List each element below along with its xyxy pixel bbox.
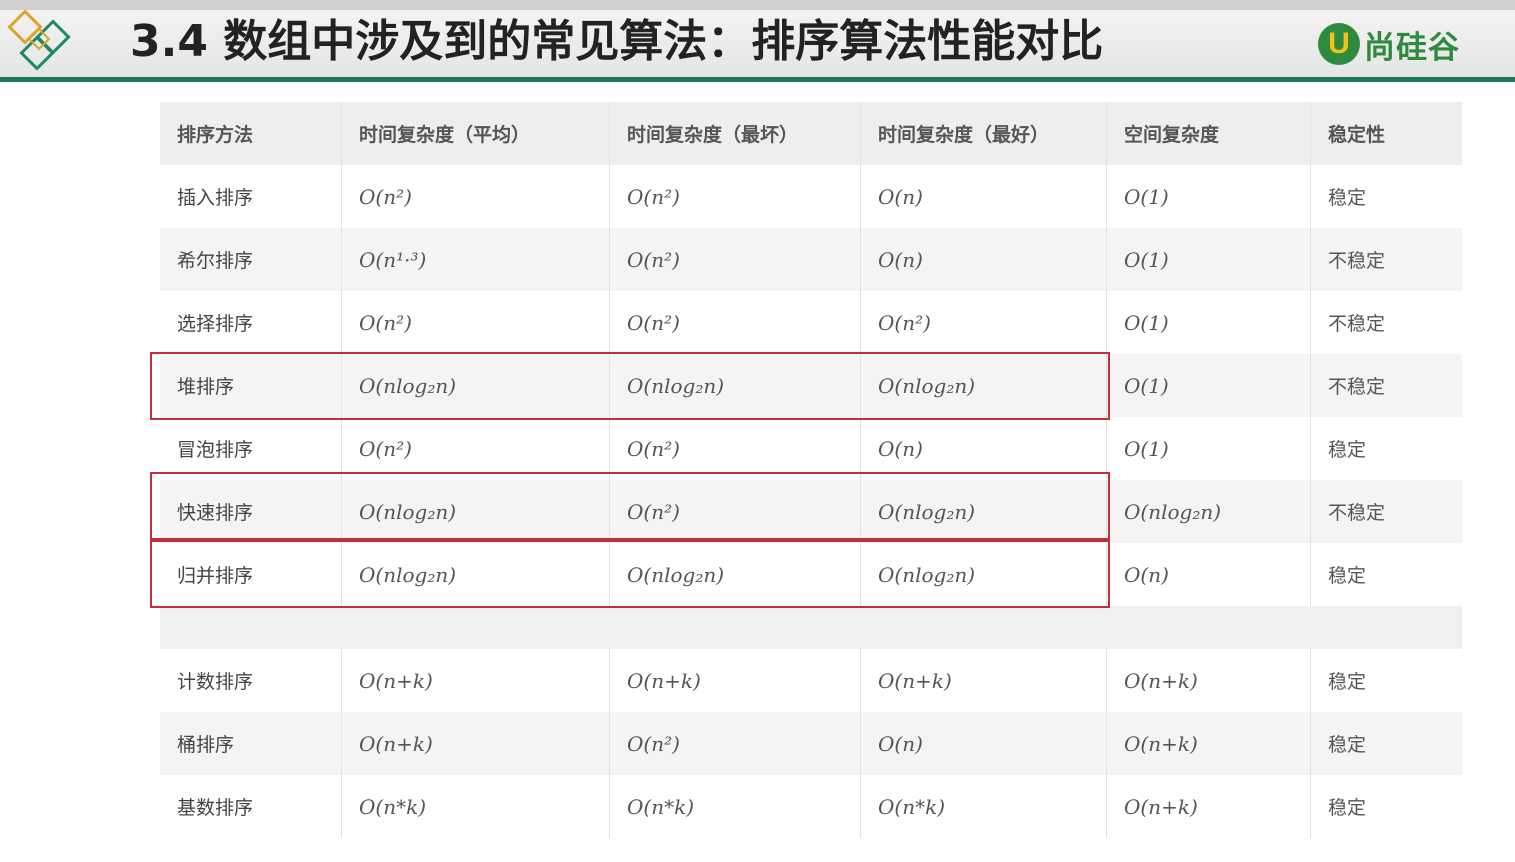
table-row: 选择排序 O(n²) O(n²) O(n²) O(1) 不稳定 <box>160 291 1462 354</box>
algorithm-name: 计数排序 <box>160 649 342 712</box>
time-avg-cell: O(n²) <box>342 417 610 480</box>
time-best-cell: O(n) <box>861 165 1107 228</box>
time-worst-cell: O(n+k) <box>610 649 861 712</box>
algorithm-name: 插入排序 <box>160 165 342 228</box>
diamond-logo-icon <box>7 10 71 71</box>
time-worst-cell: O(n²) <box>610 165 861 228</box>
table-row: 计数排序 O(n+k) O(n+k) O(n+k) O(n+k) 稳定 <box>160 649 1462 712</box>
table-row: 基数排序 O(n*k) O(n*k) O(n*k) O(n+k) 稳定 <box>160 775 1462 838</box>
column-header-stability: 稳定性 <box>1328 124 1386 146</box>
stability-cell: 不稳定 <box>1328 376 1386 398</box>
stability-cell: 稳定 <box>1328 187 1367 209</box>
table-row: 插入排序 O(n²) O(n²) O(n) O(1) 稳定 <box>160 165 1462 228</box>
time-avg-cell: O(n+k) <box>342 649 610 712</box>
table-row: 快速排序 O(nlog₂n) O(n²) O(nlog₂n) O(nlog₂n)… <box>160 480 1462 543</box>
stability-cell: 稳定 <box>1328 671 1367 693</box>
time-best-cell: O(n) <box>861 228 1107 291</box>
time-avg-cell: O(n²) <box>342 165 610 228</box>
stability-cell: 稳定 <box>1328 439 1367 461</box>
brand-name: 尚硅谷 <box>1364 29 1460 66</box>
column-header-space: 空间复杂度 <box>1107 102 1311 165</box>
algorithm-name: 选择排序 <box>160 291 342 354</box>
table-row: 冒泡排序 O(n²) O(n²) O(n) O(1) 稳定 <box>160 417 1462 480</box>
time-avg-cell: O(n+k) <box>342 712 610 775</box>
table-row: 归并排序 O(nlog₂n) O(nlog₂n) O(nlog₂n) O(n) … <box>160 543 1462 606</box>
algorithm-name: 堆排序 <box>160 354 342 417</box>
column-header-time-best: 时间复杂度（最好） <box>861 102 1107 165</box>
header-divider <box>0 77 1515 82</box>
time-best-cell: O(nlog₂n) <box>861 480 1107 543</box>
column-header-time-avg: 时间复杂度（平均） <box>342 102 610 165</box>
space-cell: O(1) <box>1107 417 1311 480</box>
space-cell: O(1) <box>1107 354 1311 417</box>
algorithm-name: 归并排序 <box>160 543 342 606</box>
space-cell: O(n+k) <box>1107 649 1311 712</box>
algorithm-name: 希尔排序 <box>160 228 342 291</box>
time-best-cell: O(n) <box>861 712 1107 775</box>
time-worst-cell: O(n²) <box>610 712 861 775</box>
column-header-method: 排序方法 <box>160 102 342 165</box>
table-header-row: 排序方法 时间复杂度（平均） 时间复杂度（最坏） 时间复杂度（最好） 空间复杂度… <box>160 102 1462 165</box>
time-best-cell: O(nlog₂n) <box>861 543 1107 606</box>
space-cell: O(1) <box>1107 291 1311 354</box>
algorithm-name: 基数排序 <box>160 775 342 838</box>
stability-cell: 不稳定 <box>1328 502 1386 524</box>
space-cell: O(nlog₂n) <box>1107 480 1311 543</box>
space-cell: O(1) <box>1107 228 1311 291</box>
time-avg-cell: O(nlog₂n) <box>342 354 610 417</box>
time-avg-cell: O(nlog₂n) <box>342 543 610 606</box>
time-worst-cell: O(n²) <box>610 480 861 543</box>
slide-title: 3.4 数组中涉及到的常见算法：排序算法性能对比 <box>130 16 1104 67</box>
sorting-comparison-table: 排序方法 时间复杂度（平均） 时间复杂度（最坏） 时间复杂度（最好） 空间复杂度… <box>160 102 1462 838</box>
table-row: 堆排序 O(nlog₂n) O(nlog₂n) O(nlog₂n) O(1) 不… <box>160 354 1462 417</box>
stability-cell: 稳定 <box>1328 797 1367 819</box>
space-cell: O(n) <box>1107 543 1311 606</box>
brand-mark-icon: U <box>1318 23 1360 65</box>
stability-cell: 稳定 <box>1328 565 1367 587</box>
space-cell: O(n+k) <box>1107 712 1311 775</box>
space-cell: O(n+k) <box>1107 775 1311 838</box>
time-best-cell: O(nlog₂n) <box>861 354 1107 417</box>
time-worst-cell: O(nlog₂n) <box>610 543 861 606</box>
time-avg-cell: O(n¹·³) <box>342 228 610 291</box>
table-row: 桶排序 O(n+k) O(n²) O(n) O(n+k) 稳定 <box>160 712 1462 775</box>
time-avg-cell: O(nlog₂n) <box>342 480 610 543</box>
time-best-cell: O(n*k) <box>861 775 1107 838</box>
algorithm-name: 快速排序 <box>160 480 342 543</box>
time-best-cell: O(n²) <box>861 291 1107 354</box>
time-worst-cell: O(n*k) <box>610 775 861 838</box>
time-worst-cell: O(n²) <box>610 228 861 291</box>
stability-cell: 不稳定 <box>1328 313 1386 335</box>
space-cell: O(1) <box>1107 165 1311 228</box>
table-spacer-row <box>160 606 1462 649</box>
time-avg-cell: O(n*k) <box>342 775 610 838</box>
algorithm-name: 冒泡排序 <box>160 417 342 480</box>
stability-cell: 不稳定 <box>1328 250 1386 272</box>
time-best-cell: O(n) <box>861 417 1107 480</box>
time-best-cell: O(n+k) <box>861 649 1107 712</box>
time-worst-cell: O(n²) <box>610 291 861 354</box>
time-worst-cell: O(n²) <box>610 417 861 480</box>
time-worst-cell: O(nlog₂n) <box>610 354 861 417</box>
stability-cell: 稳定 <box>1328 734 1367 756</box>
column-header-time-worst: 时间复杂度（最坏） <box>610 102 861 165</box>
table-row: 希尔排序 O(n¹·³) O(n²) O(n) O(1) 不稳定 <box>160 228 1462 291</box>
algorithm-name: 桶排序 <box>160 712 342 775</box>
time-avg-cell: O(n²) <box>342 291 610 354</box>
brand-logo: U 尚硅谷 <box>1318 22 1460 66</box>
